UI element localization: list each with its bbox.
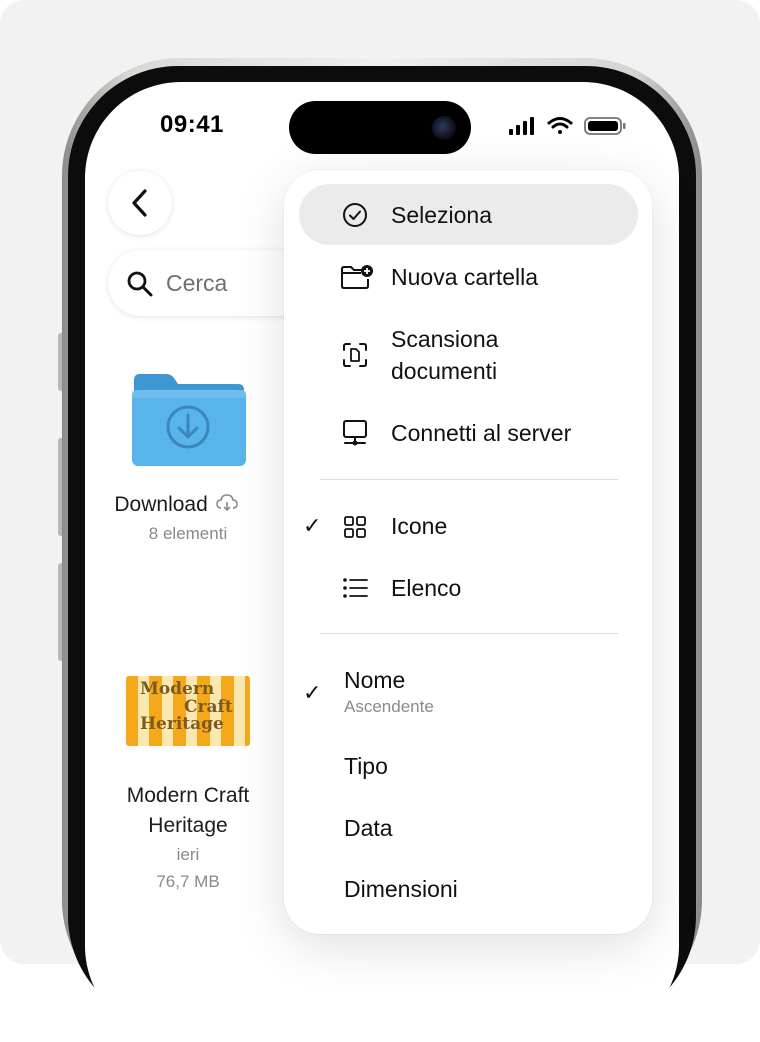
checkmark-circle-icon bbox=[343, 203, 367, 227]
status-icons bbox=[509, 117, 626, 135]
menu-item-label: Tipo bbox=[344, 753, 388, 779]
document-viewfinder-icon bbox=[343, 343, 367, 367]
thumb-text: Modern bbox=[140, 679, 215, 699]
menu-item-label: Seleziona bbox=[391, 202, 493, 228]
status-time: 09:41 bbox=[160, 111, 224, 138]
file-subtitle: 8 elementi bbox=[148, 524, 228, 543]
chevron-left-icon bbox=[132, 189, 147, 217]
camera-icon bbox=[432, 116, 456, 140]
server-display-icon bbox=[343, 420, 367, 446]
file-name: Download bbox=[76, 490, 276, 520]
magnifier-icon bbox=[127, 271, 153, 297]
icloud-download-icon bbox=[215, 494, 238, 512]
menu-item-label: Elenco bbox=[391, 575, 462, 601]
menu-item-label: Dimensioni bbox=[344, 876, 458, 902]
file-thumbnail: Modern Craft Heritage bbox=[126, 676, 250, 746]
thumb-text: Heritage bbox=[140, 714, 224, 734]
battery-icon bbox=[584, 117, 626, 135]
menu-divider bbox=[320, 633, 618, 634]
menu-item-label: Nome bbox=[344, 667, 406, 693]
menu-item-label: documenti bbox=[391, 358, 498, 384]
cellular-signal-icon bbox=[509, 117, 534, 135]
file-size: 76,7 MB bbox=[156, 872, 220, 891]
back-button[interactable] bbox=[108, 171, 172, 235]
file-date: ieri bbox=[176, 845, 200, 864]
menu-item-sublabel: Ascendente bbox=[344, 697, 434, 716]
wifi-icon bbox=[547, 117, 573, 134]
menu-item-label: Scansiona bbox=[391, 326, 499, 352]
checkmark-icon: ✓ bbox=[303, 680, 322, 705]
grid-icon bbox=[344, 516, 366, 538]
menu-item-label: Nuova cartella bbox=[391, 264, 539, 290]
menu-item-label: Connetti al server bbox=[391, 420, 572, 446]
file-name: Modern Craft bbox=[126, 784, 250, 807]
folder-badge-plus-icon bbox=[341, 265, 373, 289]
menu-item-label: Data bbox=[344, 815, 393, 841]
file-name: Heritage bbox=[148, 814, 228, 837]
menu-item-label: Icone bbox=[391, 513, 448, 539]
folder-download-icon bbox=[132, 374, 246, 466]
list-icon bbox=[343, 578, 368, 598]
checkmark-icon: ✓ bbox=[303, 513, 322, 538]
menu-divider bbox=[320, 479, 618, 480]
search-placeholder: Cerca bbox=[166, 270, 228, 296]
